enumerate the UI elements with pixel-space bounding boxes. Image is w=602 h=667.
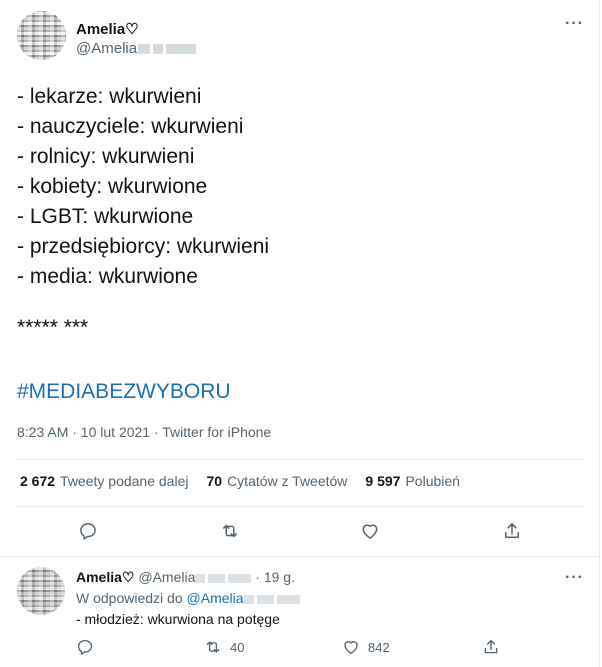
tweet-text: - lekarze: wkurwieni - nauczyciele: wkur… (17, 82, 269, 292)
more-horizontal-icon[interactable]: ··· (565, 15, 584, 33)
quotes-stat[interactable]: 70 Cytatów z Tweetów (206, 473, 347, 489)
likes-count: 9 597 (365, 473, 401, 489)
reply-header: Amelia♡ @Amelia · 19 g. (76, 569, 295, 586)
reply-author-name[interactable]: Amelia♡ (76, 569, 134, 585)
reply-text: - młodzież: wkurwiona na potęge (76, 611, 280, 627)
more-horizontal-icon[interactable]: ··· (565, 569, 584, 587)
reply-handle-text: @Amelia (138, 569, 196, 585)
reply-author-handle[interactable]: @Amelia (138, 569, 252, 585)
avatar[interactable] (17, 11, 66, 60)
tweet-stats: 2 672 Tweety podane dalej 70 Cytatów z Twe… (20, 473, 460, 489)
reply-to-handle[interactable]: @Amelia (187, 590, 300, 606)
author-handle-text: @Amelia (76, 40, 138, 57)
hashtag-link[interactable]: #MEDIABEZWYBORU (17, 380, 231, 404)
reply-share-button[interactable] (482, 638, 500, 656)
tweet-meta[interactable]: 8:23 AM · 10 lut 2021 · Twitter for iPho… (17, 424, 271, 440)
likes-label: Polubień (405, 473, 460, 489)
tweet-line: - rolnicy: wkurwieni (17, 145, 195, 168)
reply-to-prefix: W odpowiedzi do (76, 590, 183, 606)
reply-time[interactable]: · 19 g. (255, 569, 295, 585)
share-button[interactable] (500, 519, 524, 543)
redacted-handle (138, 44, 197, 55)
heart-icon (344, 641, 358, 655)
author-handle[interactable]: @Amelia (76, 40, 197, 57)
reply-retweet-button[interactable]: 40 (204, 638, 244, 656)
tweet-line: - LGBT: wkurwione (17, 205, 194, 228)
retweets-count: 2 672 (20, 473, 56, 489)
heart-icon (362, 524, 378, 539)
likes-stat[interactable]: 9 597 Polubień (365, 473, 460, 489)
tweet-line: - media: wkurwione (17, 265, 198, 288)
retweet-icon (206, 641, 220, 653)
quotes-count: 70 (206, 473, 223, 489)
retweet-button[interactable] (218, 519, 242, 543)
share-icon (505, 523, 519, 538)
tweet-line: - lekarze: wkurwieni (17, 85, 202, 108)
divider (0, 556, 600, 557)
reply-icon (80, 523, 96, 540)
reply-to-handle-text: @Amelia (186, 590, 244, 606)
tweet-line: - kobiety: wkurwione (17, 175, 208, 198)
redacted-handle (195, 573, 252, 583)
reply-icon (77, 639, 93, 655)
author-name[interactable]: Amelia♡ (76, 20, 139, 38)
retweet-icon (223, 524, 237, 538)
reply-avatar[interactable] (17, 567, 65, 615)
reply-like-button[interactable]: 842 (342, 638, 390, 656)
reply-reply-button[interactable] (76, 638, 94, 656)
retweets-label: Tweety podane dalej (60, 473, 189, 489)
redacted-handle (243, 594, 300, 604)
divider (16, 459, 584, 460)
reply-retweet-count: 40 (230, 639, 245, 655)
tweet-stars: ***** *** (17, 316, 89, 339)
reply-like-count: 842 (368, 639, 390, 655)
like-button[interactable] (358, 519, 382, 543)
tweet-line: - nauczyciele: wkurwieni (17, 115, 244, 138)
quotes-label: Cytatów z Tweetów (227, 473, 348, 489)
divider (16, 506, 584, 507)
reply-to-line: W odpowiedzi do @Amelia (76, 590, 300, 606)
retweets-stat[interactable]: 2 672 Tweety podane dalej (20, 473, 188, 489)
reply-button[interactable] (76, 519, 100, 543)
tweet-line: - przedsiębiorcy: wkurwieni (17, 235, 270, 258)
share-icon (484, 639, 498, 654)
